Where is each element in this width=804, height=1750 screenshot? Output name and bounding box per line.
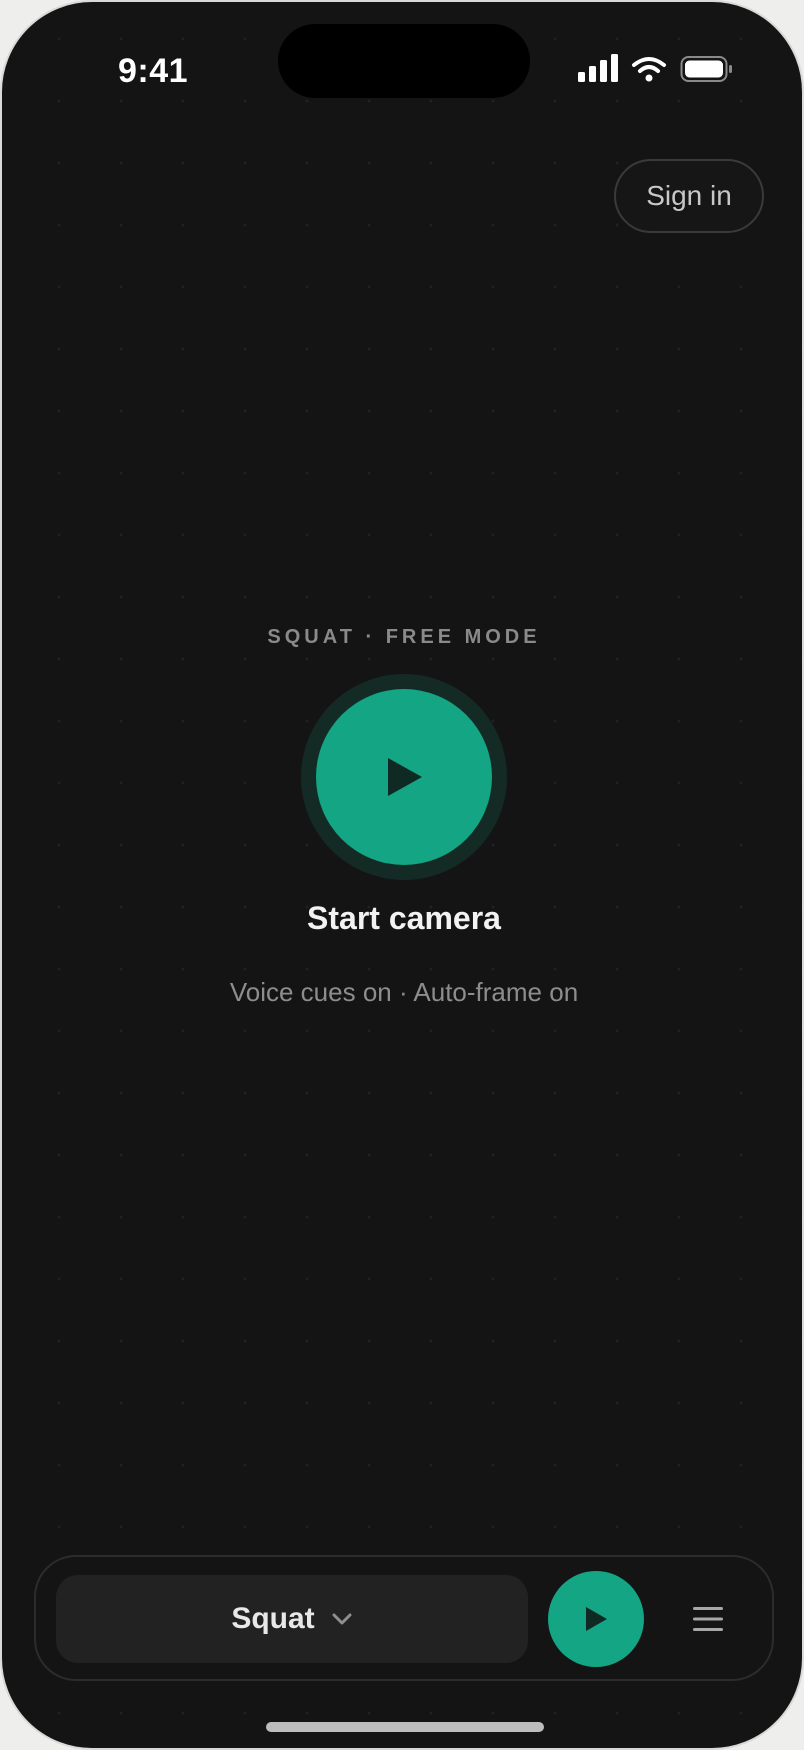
quick-start-button[interactable] bbox=[548, 1571, 644, 1667]
wifi-icon bbox=[632, 57, 666, 82]
menu-icon bbox=[693, 1607, 723, 1631]
signal-icon bbox=[578, 54, 618, 82]
chevron-down-icon bbox=[331, 1612, 353, 1626]
sign-in-button[interactable]: Sign in bbox=[614, 159, 764, 233]
status-time: 9:41 bbox=[118, 52, 189, 90]
menu-button[interactable] bbox=[682, 1596, 734, 1642]
home-indicator[interactable] bbox=[266, 1722, 544, 1732]
exercise-selected-label: Squat bbox=[231, 1602, 315, 1635]
dynamic-island bbox=[278, 24, 530, 98]
play-icon bbox=[388, 758, 422, 796]
play-icon bbox=[586, 1607, 607, 1631]
exercise-selector[interactable]: Squat bbox=[56, 1575, 528, 1663]
start-camera-title: Start camera bbox=[307, 900, 501, 936]
app-screen: 9:41 Sign in SQUAT · FREE MODE Start cam… bbox=[0, 0, 804, 1750]
start-camera-subtitle: Voice cues on · Auto-frame on bbox=[229, 977, 579, 1007]
exercise-mode-label: SQUAT · FREE MODE bbox=[267, 626, 541, 648]
start-camera-button[interactable] bbox=[316, 689, 492, 865]
battery-icon bbox=[680, 56, 732, 82]
